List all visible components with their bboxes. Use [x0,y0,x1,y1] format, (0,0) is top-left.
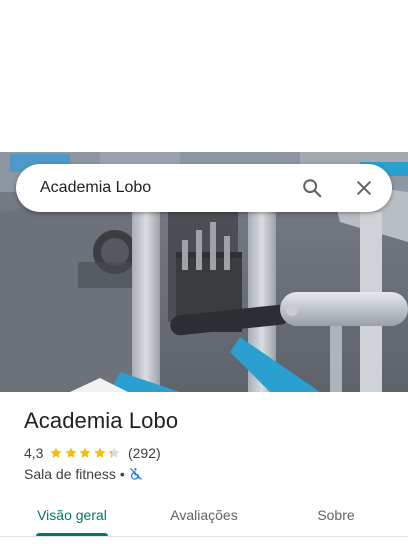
star-icon [50,447,63,458]
star-icon [94,447,106,458]
close-icon [357,181,371,195]
tab-label: Avaliações [170,507,238,523]
tab-overview[interactable]: Visão geral [0,494,144,536]
search-button[interactable] [290,166,334,210]
star-rating [49,446,122,460]
place-title: Academia Lobo [24,408,179,433]
star-icon [79,447,92,458]
rating-value: 4,3 [24,445,44,461]
star-icon [65,447,77,458]
place-category: Sala de fitness [24,466,116,482]
clear-search-button[interactable] [342,166,386,210]
place-tabs: Visão geral Avaliações Sobre [0,494,408,536]
tab-reviews[interactable]: Avaliações [144,494,264,536]
search-bar[interactable]: Academia Lobo [16,164,392,212]
tab-label: Sobre [317,507,355,523]
not-wheelchair-accessible-icon [129,468,142,480]
place-page: Academia Lobo Academia Lobo 4,3 (292) Sa… [0,0,408,544]
category-row: Sala de fitness • [24,465,143,483]
tab-about[interactable]: Sobre [264,494,408,536]
rating-row[interactable]: 4,3 (292) [24,444,161,462]
search-input[interactable]: Academia Lobo [16,179,290,197]
separator: • [119,466,125,482]
tabs-divider [0,536,408,537]
star-icon [108,447,121,458]
search-icon [303,179,322,198]
review-count[interactable]: (292) [128,445,161,461]
tab-label: Visão geral [37,507,107,523]
